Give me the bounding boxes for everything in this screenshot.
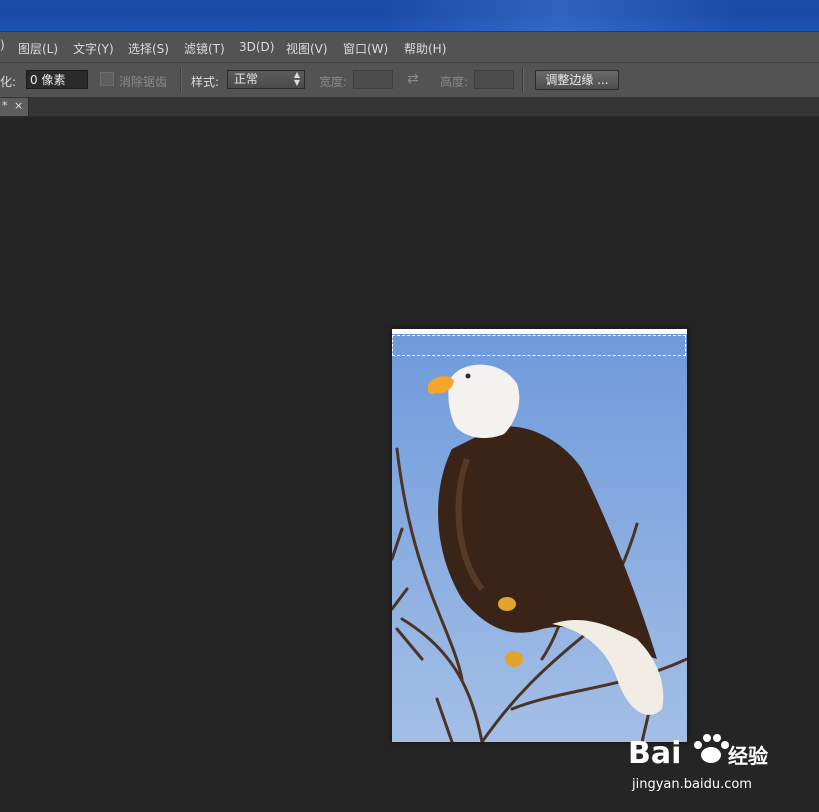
modified-marker: * <box>2 99 8 112</box>
watermark-brand: Bai <box>628 736 681 771</box>
eagle-eye <box>465 373 471 379</box>
height-input[interactable] <box>474 70 514 89</box>
options-bar: 羽化: 0 像素 消除锯齿 样式: 正常 ▲▼ 宽度: ⇄ 高度: 调整边缘 .… <box>0 62 819 98</box>
paw-icon <box>694 734 729 763</box>
options-divider <box>180 68 182 92</box>
baidu-jingyan-watermark: Bai 经验 jingyan.baidu.com <box>628 725 778 795</box>
menu-item-3d[interactable]: 3D(D) <box>239 40 274 54</box>
watermark-suffix: 经验 <box>728 744 768 768</box>
eagle-photo <box>392 329 687 742</box>
width-label: 宽度: <box>319 75 348 89</box>
menu-bar: ) 图层(L) 文字(Y) 选择(S) 滤镜(T) 3D(D) 视图(V) 窗口… <box>0 31 819 62</box>
watermark-url: jingyan.baidu.com <box>631 777 752 792</box>
options-divider <box>522 68 524 92</box>
document-tab[interactable]: * × <box>0 98 29 116</box>
close-icon[interactable]: × <box>14 99 23 112</box>
menu-item-view[interactable]: 视图(V) <box>286 40 328 57</box>
document-canvas[interactable] <box>392 329 687 742</box>
feather-input[interactable]: 0 像素 <box>26 70 88 89</box>
title-bar-glare <box>380 0 740 31</box>
menu-item-help[interactable]: 帮助(H) <box>404 40 446 57</box>
style-select-value: 正常 <box>234 72 259 86</box>
eagle-talon <box>505 651 523 667</box>
rectangular-selection-marquee[interactable] <box>392 335 686 356</box>
menu-item-layer[interactable]: 图层(L) <box>18 40 58 57</box>
antialias-checkbox[interactable] <box>100 72 114 86</box>
menu-item-filter[interactable]: 滤镜(T) <box>184 40 225 57</box>
canvas-top-strip <box>392 329 687 334</box>
window-title-bar <box>0 0 819 31</box>
eagle-head <box>448 364 520 439</box>
style-label: 样式: <box>191 75 220 89</box>
feather-label: 羽化: <box>0 75 17 89</box>
swap-icon[interactable]: ⇄ <box>407 71 419 87</box>
document-tab-bar: * × <box>0 97 819 117</box>
menu-item-type[interactable]: 文字(Y) <box>73 40 114 57</box>
refine-edge-button[interactable]: 调整边缘 ... <box>535 70 619 90</box>
menu-edge-fragment: ) <box>0 38 5 52</box>
eagle-talon <box>498 597 516 611</box>
select-arrows-icon: ▲ ▼ <box>293 70 300 87</box>
menu-item-window[interactable]: 窗口(W) <box>343 40 388 57</box>
style-select[interactable]: 正常 ▲ ▼ <box>227 70 305 89</box>
height-label: 高度: <box>440 75 469 89</box>
width-input[interactable] <box>353 70 393 89</box>
menu-item-select[interactable]: 选择(S) <box>128 40 169 57</box>
antialias-label: 消除锯齿 <box>119 75 168 89</box>
